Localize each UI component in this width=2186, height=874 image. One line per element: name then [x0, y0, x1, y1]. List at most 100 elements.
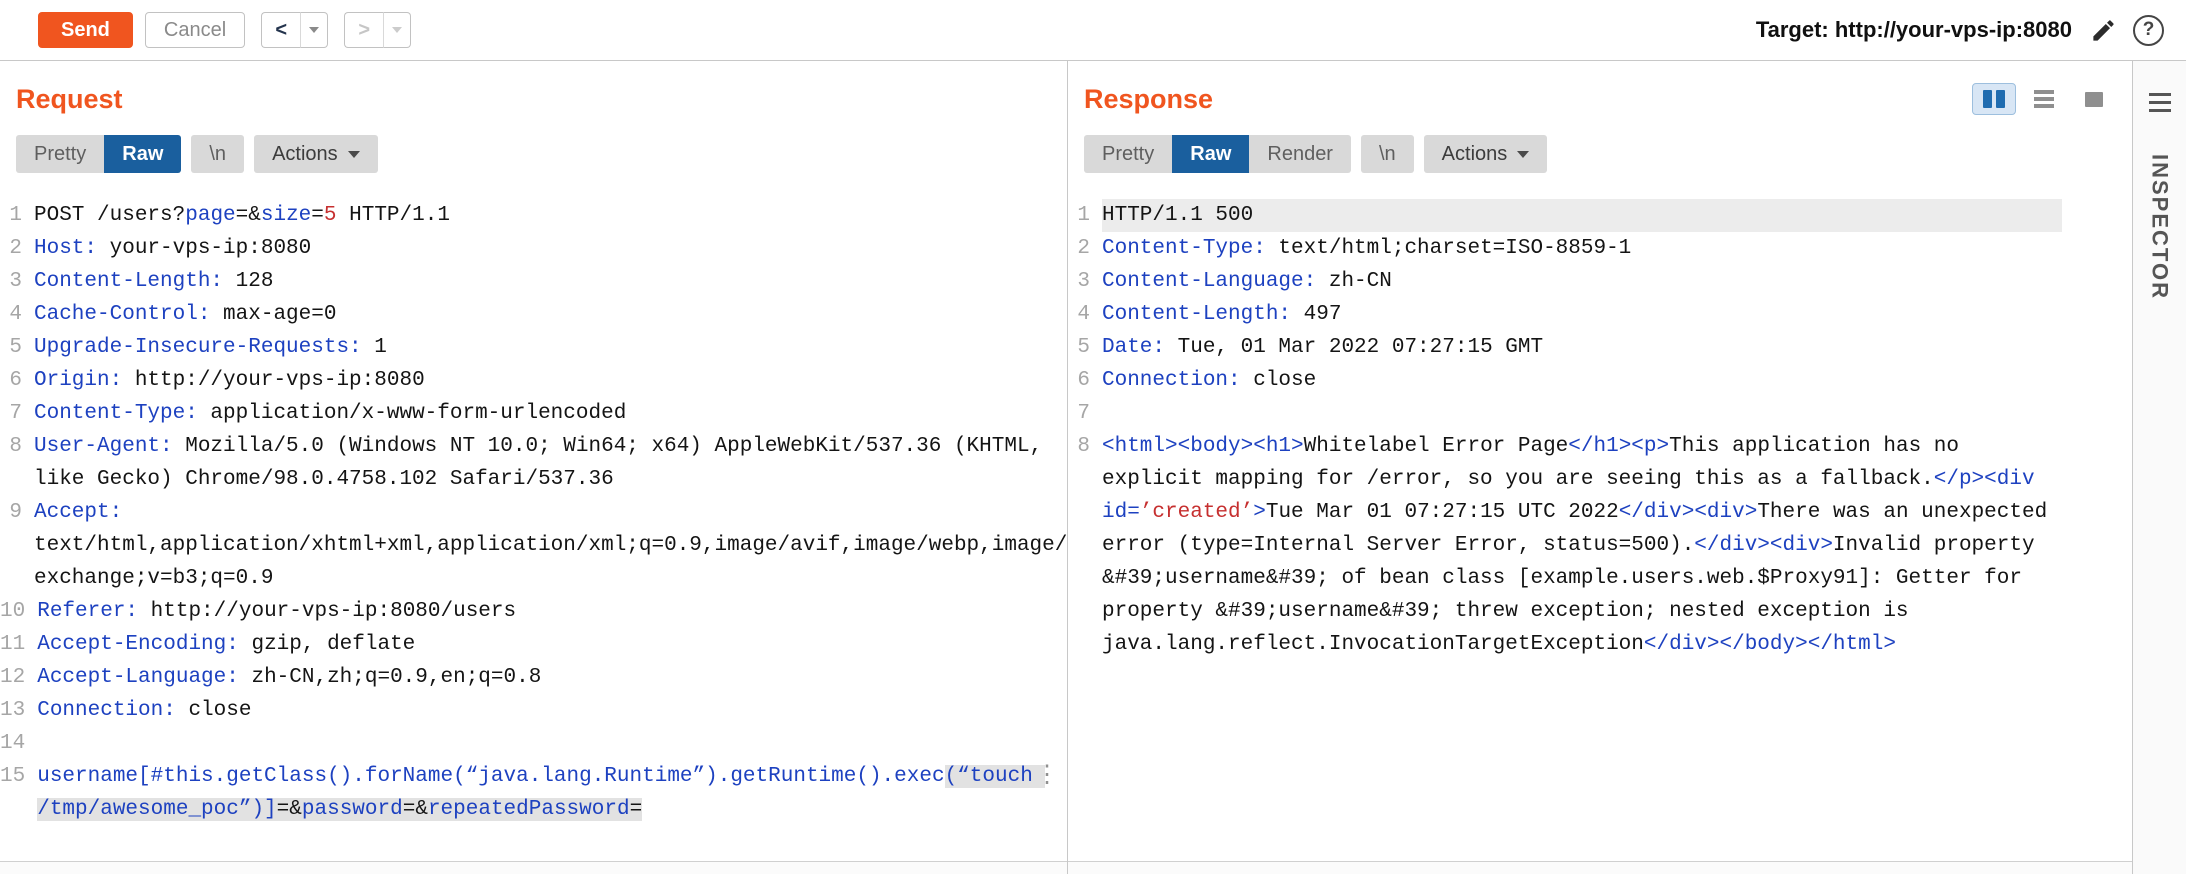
line-number: 7	[1068, 397, 1102, 430]
code-line[interactable]: 12Accept-Language: zh-CN,zh;q=0.9,en;q=0…	[0, 661, 1043, 694]
line-content: Connection: close	[1102, 364, 2062, 397]
response-panel-title: Response	[1084, 84, 1213, 115]
request-tab-raw[interactable]: Raw	[104, 135, 181, 173]
response-tab-render[interactable]: Render	[1249, 135, 1351, 173]
response-actions-button[interactable]: Actions	[1424, 135, 1548, 173]
line-content: Content-Language: zh-CN	[1102, 265, 2062, 298]
inspector-sidebar[interactable]: INSPECTOR	[2133, 61, 2186, 874]
inline-menu-icon[interactable]: ⋮	[1035, 765, 1059, 789]
line-content: username[#this.getClass().forName(“java.…	[37, 760, 1043, 826]
line-number: 12	[0, 661, 37, 694]
response-horizontal-scrollbar[interactable]	[1068, 861, 2132, 874]
repeater-main: Request Pretty Raw \n Actions 1POST /use…	[0, 61, 2186, 874]
response-tab-pretty[interactable]: Pretty	[1084, 135, 1172, 173]
history-forward-button[interactable]: >	[344, 12, 384, 48]
response-view-segment: Pretty Raw Render	[1084, 135, 1351, 173]
code-line[interactable]: 6Connection: close	[1068, 364, 2062, 397]
line-number: 10	[0, 595, 37, 628]
request-actions-label: Actions	[272, 143, 338, 166]
code-line[interactable]: 8User-Agent: Mozilla/5.0 (Windows NT 10.…	[0, 430, 1043, 496]
response-editor[interactable]: 1HTTP/1.1 5002Content-Type: text/html;ch…	[1068, 185, 2132, 661]
send-button[interactable]: Send	[38, 12, 133, 48]
code-line[interactable]: 7Content-Type: application/x-www-form-ur…	[0, 397, 1043, 430]
line-number: 3	[0, 265, 34, 298]
code-line[interactable]: 6Origin: http://your-vps-ip:8080	[0, 364, 1043, 397]
code-line[interactable]: 10Referer: http://your-vps-ip:8080/users	[0, 595, 1043, 628]
line-number: 11	[0, 628, 37, 661]
line-content	[1102, 397, 2062, 430]
cancel-button[interactable]: Cancel	[145, 12, 245, 48]
code-line[interactable]: 3Content-Length: 128	[0, 265, 1043, 298]
line-content	[37, 727, 1043, 760]
help-icon[interactable]: ?	[2133, 15, 2164, 46]
chevron-down-icon	[309, 27, 319, 33]
history-back-button[interactable]: <	[261, 12, 301, 48]
line-number: 15	[0, 760, 37, 826]
history-forward-dropdown[interactable]	[384, 12, 411, 48]
code-line[interactable]: 13Connection: close	[0, 694, 1043, 727]
code-line[interactable]: 5Upgrade-Insecure-Requests: 1	[0, 331, 1043, 364]
line-content: Date: Tue, 01 Mar 2022 07:27:15 GMT	[1102, 331, 2062, 364]
help-glyph: ?	[2143, 19, 2155, 41]
line-number: 1	[0, 199, 34, 232]
line-number: 8	[1068, 430, 1102, 661]
response-tabs: Pretty Raw Render \n Actions	[1084, 135, 2132, 173]
request-view-segment: Pretty Raw	[16, 135, 181, 173]
response-tab-newline[interactable]: \n	[1361, 135, 1414, 173]
line-number: 6	[1068, 364, 1102, 397]
request-tab-pretty[interactable]: Pretty	[16, 135, 104, 173]
code-line[interactable]: 4Cache-Control: max-age=0	[0, 298, 1043, 331]
history-back-group: <	[261, 12, 328, 48]
line-content: Upgrade-Insecure-Requests: 1	[34, 331, 1043, 364]
view-layout-toggles	[1972, 83, 2116, 115]
code-line[interactable]: 8<html><body><h1>Whitelabel Error Page</…	[1068, 430, 2062, 661]
request-tab-newline[interactable]: \n	[191, 135, 244, 173]
line-number: 4	[1068, 298, 1102, 331]
line-content: Origin: http://your-vps-ip:8080	[34, 364, 1043, 397]
line-number: 7	[0, 397, 34, 430]
line-content: Cache-Control: max-age=0	[34, 298, 1043, 331]
line-number: 5	[0, 331, 34, 364]
line-number: 5	[1068, 331, 1102, 364]
request-editor[interactable]: 1POST /users?page=&size=5 HTTP/1.12Host:…	[0, 185, 1067, 826]
layout-single-button[interactable]	[2072, 83, 2116, 115]
line-number: 3	[1068, 265, 1102, 298]
line-content: User-Agent: Mozilla/5.0 (Windows NT 10.0…	[34, 430, 1043, 496]
request-code-lines: 1POST /users?page=&size=5 HTTP/1.12Host:…	[0, 199, 1043, 826]
columns-layout-icon	[1983, 90, 2005, 108]
layout-rows-button[interactable]	[2022, 83, 2066, 115]
layout-columns-button[interactable]	[1972, 83, 2016, 115]
code-line[interactable]: 5Date: Tue, 01 Mar 2022 07:27:15 GMT	[1068, 331, 2062, 364]
line-content: HTTP/1.1 500	[1102, 199, 2062, 232]
target-label: Target: http://your-vps-ip:8080	[1756, 17, 2072, 43]
code-line[interactable]: 9Accept: text/html,application/xhtml+xml…	[0, 496, 1043, 595]
history-back-dropdown[interactable]	[301, 12, 328, 48]
code-line[interactable]: 14	[0, 727, 1043, 760]
request-tabs: Pretty Raw \n Actions	[16, 135, 1067, 173]
code-line[interactable]: 4Content-Length: 497	[1068, 298, 2062, 331]
code-line[interactable]: 3Content-Language: zh-CN	[1068, 265, 2062, 298]
code-line[interactable]: 11Accept-Encoding: gzip, deflate	[0, 628, 1043, 661]
code-line[interactable]: 7	[1068, 397, 2062, 430]
inspector-label: INSPECTOR	[2147, 154, 2173, 300]
single-layout-icon	[2085, 92, 2103, 107]
line-number: 14	[0, 727, 37, 760]
line-number: 13	[0, 694, 37, 727]
code-line[interactable]: 1HTTP/1.1 500	[1068, 199, 2062, 232]
request-horizontal-scrollbar[interactable]	[0, 861, 1067, 874]
line-content: Referer: http://your-vps-ip:8080/users	[37, 595, 1043, 628]
code-line[interactable]: 2Content-Type: text/html;charset=ISO-885…	[1068, 232, 2062, 265]
line-number: 8	[0, 430, 34, 496]
code-line[interactable]: 1POST /users?page=&size=5 HTTP/1.1	[0, 199, 1043, 232]
menu-icon	[2149, 93, 2171, 112]
line-content: Content-Length: 128	[34, 265, 1043, 298]
response-tab-raw[interactable]: Raw	[1172, 135, 1249, 173]
code-line[interactable]: 15username[#this.getClass().forName(“jav…	[0, 760, 1043, 826]
line-content: Host: your-vps-ip:8080	[34, 232, 1043, 265]
line-content: Connection: close	[37, 694, 1043, 727]
line-number: 9	[0, 496, 34, 595]
edit-target-button[interactable]	[2090, 17, 2117, 44]
request-actions-button[interactable]: Actions	[254, 135, 378, 173]
line-number: 4	[0, 298, 34, 331]
code-line[interactable]: 2Host: your-vps-ip:8080	[0, 232, 1043, 265]
